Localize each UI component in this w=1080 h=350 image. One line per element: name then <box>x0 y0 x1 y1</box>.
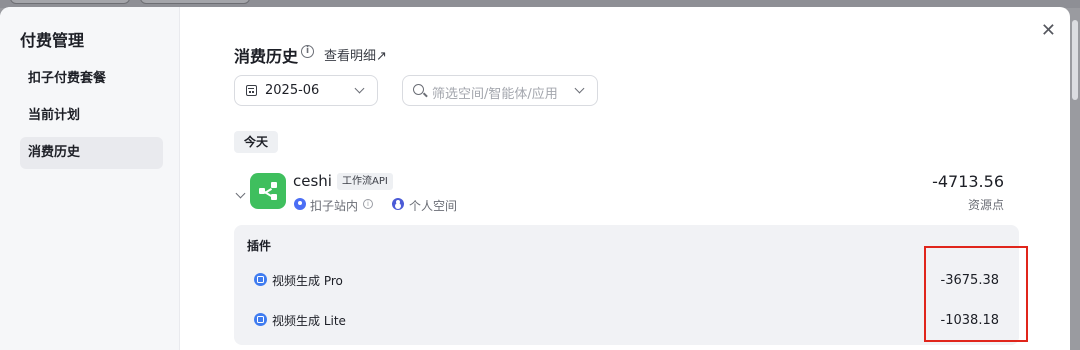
record-total-amount: -4713.56 <box>932 172 1004 191</box>
source-icon <box>294 198 306 210</box>
record-type-badge: 工作流API <box>337 173 393 190</box>
search-icon <box>413 84 424 95</box>
scope-filter-placeholder: 筛选空间/智能体/应用 <box>432 87 558 102</box>
billing-modal: 付费管理 扣子付费套餐 当前计划 消费历史 ✕ 消费历史 i 查看明细↗ 202… <box>0 7 1070 350</box>
plugin-label: 视频生成 Pro <box>272 274 343 288</box>
background-tab <box>10 0 130 4</box>
record-unit: 资源点 <box>967 198 1004 212</box>
user-space-icon <box>392 198 404 210</box>
workflow-app-icon <box>250 173 286 209</box>
scope-filter-select[interactable]: 筛选空间/智能体/应用 <box>402 75 598 106</box>
plugin-section-title: 插件 <box>247 239 272 253</box>
view-details-link[interactable]: 查看明细↗ <box>324 45 387 64</box>
plugin-label: 视频生成 Lite <box>272 314 346 328</box>
chevron-down-icon <box>354 83 365 94</box>
scrollbar[interactable] <box>1072 20 1078 100</box>
sidebar: 付费管理 扣子付费套餐 当前计划 消费历史 <box>0 7 180 350</box>
sidebar-item-plans[interactable]: 扣子付费套餐 <box>20 63 163 95</box>
plugin-icon <box>254 313 267 326</box>
day-group-label: 今天 <box>234 131 279 153</box>
expand-chevron-icon[interactable] <box>235 188 246 199</box>
record-source: 扣子站内 <box>310 199 359 213</box>
sidebar-item-history[interactable]: 消费历史 <box>20 137 163 169</box>
background-tab <box>140 0 250 4</box>
chevron-down-icon <box>574 83 585 94</box>
calendar-icon <box>246 85 257 96</box>
sidebar-title: 付费管理 <box>20 31 85 50</box>
source-info-icon[interactable]: i <box>363 199 373 209</box>
info-icon[interactable]: i <box>301 45 314 58</box>
plugin-breakdown: 插件 视频生成 Pro -3675.38 视频生成 Lite -1038.18 <box>234 225 1019 345</box>
page-title: 消费历史 <box>234 47 299 66</box>
record-space: 个人空间 <box>409 199 458 213</box>
month-picker[interactable]: 2025-06 <box>234 75 378 106</box>
plugin-icon <box>254 273 267 286</box>
month-value: 2025-06 <box>265 83 320 98</box>
record-name: ceshi <box>293 172 332 190</box>
annotation-highlight-box <box>924 246 1028 342</box>
sidebar-item-current-plan[interactable]: 当前计划 <box>20 100 163 132</box>
close-icon[interactable]: ✕ <box>1041 22 1056 40</box>
